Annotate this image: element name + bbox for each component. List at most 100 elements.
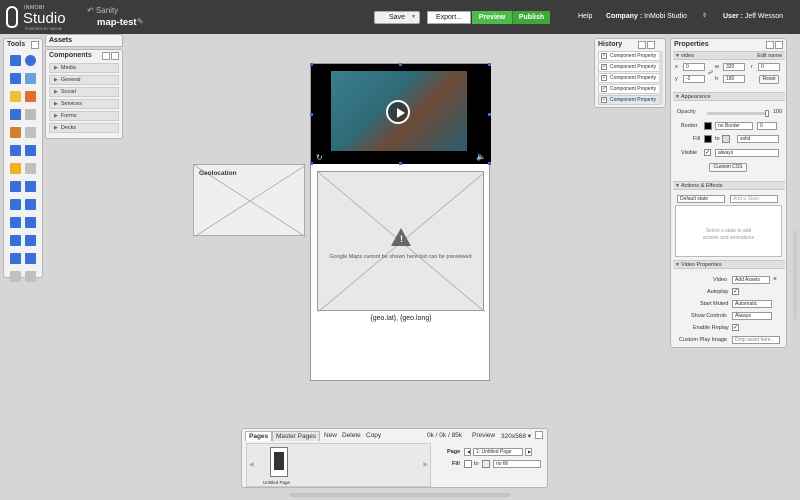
- tab-master-pages[interactable]: Master Pages: [272, 431, 321, 441]
- border-width-input[interactable]: 0: [757, 122, 777, 130]
- panel-close-icon[interactable]: [775, 41, 783, 49]
- video-asset-input[interactable]: Add Assets: [732, 276, 770, 284]
- selection-handle[interactable]: [399, 162, 402, 165]
- component-category-general[interactable]: ▶ General: [49, 75, 119, 85]
- rotate-right-icon[interactable]: [25, 199, 36, 210]
- preview-button[interactable]: Preview: [472, 11, 512, 24]
- chevron-right-icon[interactable]: ▶: [423, 461, 428, 468]
- page-thumbnail[interactable]: [270, 447, 288, 477]
- edit-name-link[interactable]: Edit name: [757, 52, 782, 60]
- selection-handle[interactable]: [399, 63, 402, 66]
- align-bottom-icon[interactable]: [25, 235, 36, 246]
- user-menu[interactable]: User : Jeff Wesson: [723, 13, 783, 20]
- page-select[interactable]: 1: Untitled Page: [473, 448, 523, 456]
- panel-collapse-icon[interactable]: [766, 41, 774, 49]
- panel-collapse-icon[interactable]: [102, 52, 110, 60]
- close-icon[interactable]: ×: [773, 276, 777, 283]
- tab-pages[interactable]: Pages: [245, 431, 273, 441]
- replay-icon[interactable]: ↻: [316, 153, 323, 162]
- fill-color-swatch[interactable]: [704, 135, 712, 143]
- component-header[interactable]: ▼ video Edit name: [673, 51, 785, 60]
- horizontal-scrollbar[interactable]: [290, 493, 510, 497]
- component-category-decks[interactable]: ▶ Decks: [49, 123, 119, 133]
- save-button[interactable]: Save ▼: [374, 11, 420, 24]
- settings-icon[interactable]: [25, 271, 36, 282]
- fill-color-to-swatch[interactable]: [722, 135, 730, 143]
- border-style-select[interactable]: no Border: [715, 122, 753, 130]
- updown-chevron-icon[interactable]: ⇕: [702, 12, 707, 19]
- visible-select[interactable]: always: [715, 149, 779, 157]
- undo-icon[interactable]: [10, 109, 21, 120]
- height-input[interactable]: 180: [723, 75, 745, 83]
- circle-icon[interactable]: [25, 55, 36, 66]
- component-category-forms[interactable]: ▶ Forms: [49, 111, 119, 121]
- crop-icon[interactable]: [10, 271, 21, 282]
- map-component[interactable]: ! Google Maps cannot be shown here but c…: [317, 171, 485, 312]
- help-link[interactable]: Help: [578, 13, 592, 20]
- enable-replay-checkbox[interactable]: ✓: [732, 324, 739, 331]
- new-page-button[interactable]: New: [324, 432, 337, 439]
- export-button[interactable]: Export...: [427, 11, 471, 24]
- geo-coordinates-text[interactable]: {geo.lat}, {geo.long}: [311, 315, 491, 322]
- copy-page-button[interactable]: Copy: [366, 432, 381, 439]
- panel-close-icon[interactable]: [647, 41, 655, 49]
- send-back-icon[interactable]: [10, 145, 21, 156]
- x-input[interactable]: 0: [683, 63, 705, 71]
- component-category-services[interactable]: ▶ Services: [49, 99, 119, 109]
- chevron-left-icon[interactable]: ◀: [249, 461, 254, 468]
- border-color-swatch[interactable]: [704, 122, 712, 130]
- history-item[interactable]: ✓ Component Property: [598, 73, 662, 83]
- device-canvas[interactable]: ↻ 🔈 ! Google Maps cannot be shown here b…: [310, 63, 491, 381]
- play-button[interactable]: [386, 100, 410, 124]
- rotate-left-icon[interactable]: [10, 199, 21, 210]
- custom-css-button[interactable]: Custom CSS: [709, 163, 747, 172]
- history-scrollbar[interactable]: [659, 51, 663, 105]
- group-icon[interactable]: [10, 127, 21, 138]
- page-preview-button[interactable]: Preview: [472, 432, 495, 439]
- flip-vertical-icon[interactable]: [25, 181, 36, 192]
- lock-icon[interactable]: [10, 163, 21, 174]
- geolocation-component[interactable]: Geolocation: [193, 164, 306, 237]
- appearance-header[interactable]: ▼ Appearance: [673, 92, 785, 101]
- history-item[interactable]: ✓ Component Property: [598, 51, 662, 61]
- selection-handle[interactable]: [488, 162, 491, 165]
- tab-assets[interactable]: Assets: [45, 34, 123, 47]
- page-fill-select[interactable]: no fill: [493, 460, 541, 468]
- ungroup-icon[interactable]: [25, 127, 36, 138]
- panel-close-icon[interactable]: [111, 52, 119, 60]
- back-link[interactable]: ↶ Sanity: [87, 6, 118, 15]
- video-icon[interactable]: [25, 91, 36, 102]
- selection-handle[interactable]: [310, 113, 313, 116]
- custom-play-image-drop[interactable]: Drop asset here...: [732, 336, 780, 344]
- actions-header[interactable]: ▼ Actions & Effects: [673, 181, 785, 190]
- distribute-h-icon[interactable]: [10, 253, 21, 264]
- width-input[interactable]: 320: [723, 63, 745, 71]
- unlock-icon[interactable]: [25, 163, 36, 174]
- component-category-social[interactable]: ▶ Social: [49, 87, 119, 97]
- publish-button[interactable]: Publish: [512, 11, 550, 24]
- video-properties-header[interactable]: ▼ Video Properties: [673, 260, 785, 269]
- device-size-select[interactable]: 320x568 ▾: [501, 432, 531, 440]
- page-next-button[interactable]: ▶: [525, 448, 532, 456]
- start-muted-select[interactable]: Automatic: [732, 300, 772, 308]
- opacity-slider-knob[interactable]: [765, 110, 769, 117]
- y-input[interactable]: -2: [683, 75, 705, 83]
- speech-bubble-icon[interactable]: [10, 91, 21, 102]
- properties-scrollbar[interactable]: [793, 230, 797, 320]
- panel-collapse-icon[interactable]: [31, 41, 39, 49]
- speaker-icon[interactable]: 🔈: [476, 152, 486, 161]
- align-right-icon[interactable]: [25, 217, 36, 228]
- history-item[interactable]: ✓ Component Property: [598, 95, 662, 105]
- visible-checkbox[interactable]: ✓: [704, 149, 711, 156]
- text-icon[interactable]: [10, 73, 21, 84]
- selection-handle[interactable]: [488, 63, 491, 66]
- panel-collapse-icon[interactable]: [638, 41, 646, 49]
- rotation-input[interactable]: 0: [758, 63, 780, 71]
- bring-front-icon[interactable]: [25, 145, 36, 156]
- distribute-v-icon[interactable]: [25, 253, 36, 264]
- state-select[interactable]: Default state: [677, 195, 725, 203]
- opacity-slider[interactable]: [707, 110, 769, 117]
- show-controls-select[interactable]: Always: [732, 312, 772, 320]
- company-selector[interactable]: Company : InMobi Studio: [606, 13, 687, 20]
- image-icon[interactable]: [25, 73, 36, 84]
